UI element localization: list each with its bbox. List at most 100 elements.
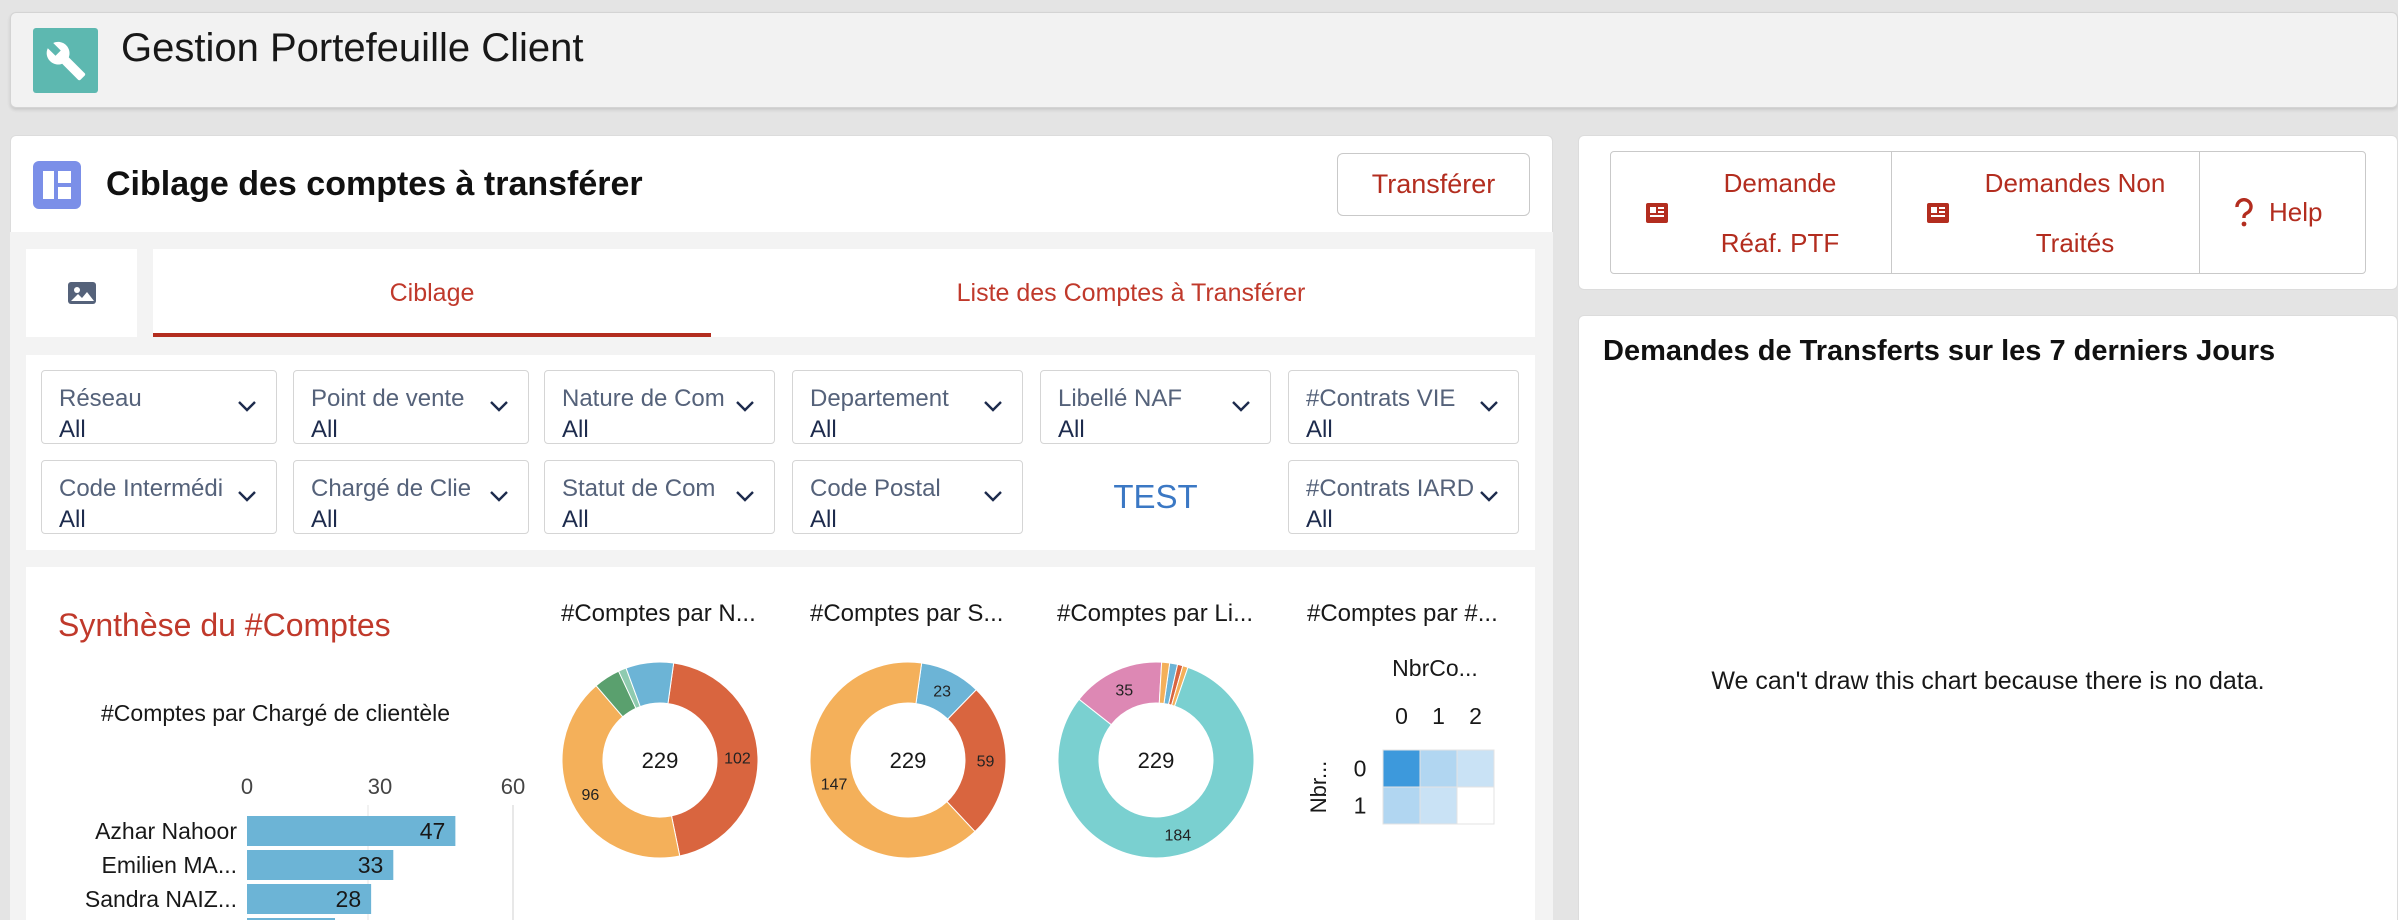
filter-contrats-vie[interactable]: #Contrats VIE All [1288, 370, 1519, 444]
news-icon [1646, 202, 1668, 223]
chevron-down-icon [984, 491, 1002, 502]
bar-value-label: 33 [358, 852, 384, 878]
heatmap-cell[interactable] [1382, 786, 1421, 825]
filter-value: All [1306, 506, 1333, 533]
chevron-down-icon [238, 491, 256, 502]
transfer-button[interactable]: Transférer [1337, 153, 1530, 216]
filter-label: Point de vente [311, 385, 465, 412]
image-icon [67, 282, 96, 304]
donut-3-title: #Comptes par Li... [1057, 600, 1254, 627]
filter-label: Code Intermédi [59, 475, 224, 502]
heatmap-y-tick: 0 [1354, 756, 1367, 782]
filter-code-intermediaire[interactable]: Code Intermédi All [41, 460, 277, 534]
demande-reaf-line1: Demande [1723, 167, 1837, 198]
help-button[interactable]: Help [2199, 151, 2366, 274]
donut-1-title: #Comptes par N... [561, 600, 756, 627]
filter-value: All [1058, 416, 1085, 443]
heatmap-x-tick: 1 [1432, 703, 1445, 729]
bar-value-label: 28 [336, 886, 362, 912]
filter-label: Réseau [59, 385, 142, 412]
filter-libelle-naf[interactable]: Libellé NAF All [1040, 370, 1271, 444]
bar-chart-title: #Comptes par Chargé de clientèle [101, 700, 451, 726]
chevron-down-icon [736, 491, 754, 502]
filter-value: All [810, 506, 837, 533]
dashboard-icon [33, 161, 81, 209]
heatmap-x-tick: 2 [1469, 703, 1482, 729]
donut-center-label: 229 [642, 748, 679, 773]
test-link[interactable]: TEST [1040, 460, 1271, 534]
filter-label: Departement [810, 385, 949, 412]
transfer-requests-card [1578, 315, 2398, 920]
page-title: Ciblage des comptes à transférer [106, 165, 643, 203]
heatmap-cell[interactable] [1456, 786, 1495, 825]
bar-chart: 0 30 60 Azhar Nahoor 47 Emilien MA... 33 Sandra… [85, 774, 525, 920]
tab-liste-comptes[interactable]: Liste des Comptes à Transférer [711, 249, 1551, 337]
bar-value-label: 47 [420, 818, 446, 844]
filter-statut[interactable]: Statut de Com All [544, 460, 775, 534]
filter-label: #Contrats IARD [1306, 475, 1475, 502]
donut-chart-statut: 23 59 147 229 [809, 661, 1007, 859]
demandes-non-traites-button[interactable]: Demandes Non Traités [1891, 151, 2200, 274]
filter-label: Statut de Com [562, 475, 716, 502]
heatmap-y-tick: 1 [1354, 793, 1367, 819]
chevron-down-icon [238, 401, 256, 412]
filter-reseau[interactable]: Réseau All [41, 370, 277, 444]
filter-label: Nature de Com [562, 385, 725, 412]
demande-reaf-line2: Réaf. PTF [1720, 227, 1840, 258]
filter-point-de-vente[interactable]: Point de vente All [293, 370, 529, 444]
chevron-down-icon [490, 491, 508, 502]
donut-center-label: 229 [1138, 748, 1175, 773]
heatmap-x-title: NbrCo... [1392, 655, 1478, 681]
bar-tick-label: 30 [368, 774, 392, 799]
image-tab[interactable] [26, 249, 137, 337]
filter-label: Chargé de Clie [311, 475, 472, 502]
chevron-down-icon [1480, 491, 1498, 502]
transfer-requests-title: Demandes de Transferts sur les 7 dernier… [1603, 335, 2276, 367]
question-icon [2235, 197, 2253, 226]
heatmap-y-title: Nbr... [1306, 761, 1331, 814]
filter-value: All [59, 416, 86, 443]
chevron-down-icon [1232, 401, 1250, 412]
filter-code-postal[interactable]: Code Postal All [792, 460, 1023, 534]
bar-category-label: Emilien MA... [102, 852, 237, 878]
heatmap-cell[interactable] [1456, 749, 1495, 788]
heatmap-title: #Comptes par #... [1307, 600, 1498, 627]
active-tab-indicator [153, 333, 711, 337]
bar-category-label: Azhar Nahoor [95, 818, 237, 844]
heatmap-cell[interactable] [1419, 749, 1458, 788]
donut-slice-label: 35 [1115, 682, 1133, 699]
donut-slice-label: 96 [582, 787, 600, 804]
donut-center-label: 229 [890, 748, 927, 773]
donut-2-title: #Comptes par S... [810, 600, 1004, 627]
app-title: Gestion Portefeuille Client [121, 26, 584, 70]
filter-charge-clientele[interactable]: Chargé de Clie All [293, 460, 529, 534]
donut-chart-nature: 102 96 229 [561, 661, 759, 859]
filter-value: All [311, 506, 338, 533]
filter-contrats-iard[interactable]: #Contrats IARD All [1288, 460, 1519, 534]
bar-tick-label: 0 [241, 774, 253, 799]
no-data-message: We can't draw this chart because there i… [1711, 667, 2265, 695]
filter-label: #Contrats VIE [1306, 385, 1456, 412]
donut-slice-label: 147 [821, 776, 848, 793]
tab-ciblage[interactable]: Ciblage [153, 249, 711, 337]
filter-nature[interactable]: Nature de Com All [544, 370, 775, 444]
donut-chart-libelle: 184 35 229 [1057, 661, 1255, 859]
heatmap-x-tick: 0 [1395, 703, 1408, 729]
filter-label: Code Postal [810, 475, 941, 502]
donut-slice-label: 184 [1164, 827, 1191, 844]
filter-value: All [311, 416, 338, 443]
heatmap-chart: NbrCo...0 1 201Nbr... [1306, 655, 1495, 825]
demande-reaf-button[interactable]: Demande Réaf. PTF [1610, 151, 1892, 274]
demandes-non-line2: Traités [2035, 227, 2115, 258]
bar-tick-label: 60 [501, 774, 525, 799]
filter-departement[interactable]: Departement All [792, 370, 1023, 444]
filter-value: All [1306, 416, 1333, 443]
heatmap-cell[interactable] [1382, 749, 1421, 788]
donut-slice-label: 102 [724, 751, 751, 768]
filter-value: All [562, 416, 589, 443]
heatmap-cell[interactable] [1419, 786, 1458, 825]
synthese-title: Synthèse du #Comptes [58, 607, 391, 643]
chevron-down-icon [736, 401, 754, 412]
filter-label: Libellé NAF [1058, 385, 1183, 412]
filter-value: All [562, 506, 589, 533]
